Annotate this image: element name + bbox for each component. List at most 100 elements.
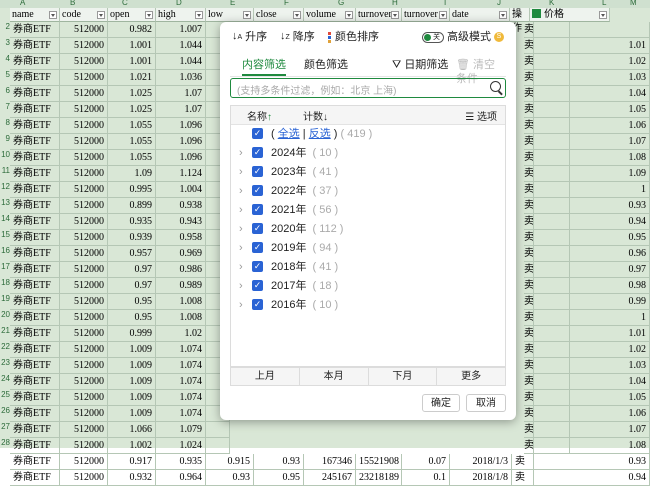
- cell-code[interactable]: 512000: [60, 150, 108, 166]
- cell-code[interactable]: 512000: [60, 38, 108, 54]
- cell-op[interactable]: 卖: [524, 86, 534, 102]
- cell-name[interactable]: 券商ETF: [10, 70, 60, 86]
- cell-price[interactable]: 1.06: [570, 118, 650, 134]
- cell-blank[interactable]: [534, 118, 570, 134]
- cell-high[interactable]: 1.008: [156, 294, 206, 310]
- cell-high[interactable]: 0.969: [156, 246, 206, 262]
- column-header[interactable]: 价格: [530, 8, 610, 22]
- cell-blank[interactable]: [534, 326, 570, 342]
- chevron-right-icon[interactable]: ›: [239, 182, 243, 200]
- cell-high[interactable]: 1.096: [156, 134, 206, 150]
- cell-op[interactable]: 卖: [524, 22, 534, 38]
- cell-name[interactable]: 券商ETF: [10, 278, 60, 294]
- list-item[interactable]: › ✓ 2023年 ( 41 ): [231, 163, 505, 181]
- cell-turnover[interactable]: 15521908: [356, 454, 402, 470]
- cell-code[interactable]: 512000: [60, 390, 108, 406]
- cell-open[interactable]: 0.97: [108, 262, 156, 278]
- cell-date[interactable]: 2018/1/3: [450, 454, 512, 470]
- cell-code[interactable]: 512000: [60, 22, 108, 38]
- cell-op[interactable]: 卖: [524, 310, 534, 326]
- cell-blank[interactable]: [534, 310, 570, 326]
- cell-op[interactable]: 卖: [524, 262, 534, 278]
- cell-turnover2[interactable]: 0.1: [402, 470, 450, 486]
- list-item[interactable]: › ✓ 2016年 ( 10 ): [231, 296, 505, 314]
- cell-op[interactable]: 卖: [524, 422, 534, 438]
- cell-code[interactable]: 512000: [60, 70, 108, 86]
- cell-open[interactable]: 1.002: [108, 438, 156, 454]
- cell-blank[interactable]: [534, 150, 570, 166]
- select-all-row[interactable]: ✓ ( 全选 | 反选 ) ( 419 ): [231, 125, 505, 143]
- cell-price[interactable]: 1: [570, 310, 650, 326]
- cell-date[interactable]: 2018/1/8: [450, 470, 512, 486]
- quick-date-button[interactable]: 上月: [231, 368, 300, 385]
- chevron-right-icon[interactable]: ›: [239, 201, 243, 219]
- cell-name[interactable]: 券商ETF: [10, 470, 60, 486]
- cell-name[interactable]: 券商ETF: [10, 86, 60, 102]
- cell-code[interactable]: 512000: [60, 54, 108, 70]
- select-all-link[interactable]: 全选: [278, 128, 300, 140]
- cell-op[interactable]: 卖: [524, 358, 534, 374]
- column-header[interactable]: name: [10, 8, 60, 22]
- cell-name[interactable]: 券商ETF: [10, 230, 60, 246]
- cell-turnover[interactable]: 23218189: [356, 470, 402, 486]
- chevron-right-icon[interactable]: ›: [239, 239, 243, 257]
- list-item[interactable]: › ✓ 2024年 ( 10 ): [231, 144, 505, 162]
- cell-name[interactable]: 券商ETF: [10, 310, 60, 326]
- cell-name[interactable]: 券商ETF: [10, 166, 60, 182]
- list-item[interactable]: › ✓ 2018年 ( 41 ): [231, 258, 505, 276]
- cell-high[interactable]: 1.096: [156, 118, 206, 134]
- cell-price[interactable]: 1.01: [570, 38, 650, 54]
- cell-high[interactable]: 1.044: [156, 54, 206, 70]
- cell-price[interactable]: 1: [570, 182, 650, 198]
- cell-blank[interactable]: [206, 422, 230, 438]
- select-all-checkbox[interactable]: ✓: [252, 128, 263, 139]
- cell-blank[interactable]: [534, 86, 570, 102]
- cell-price[interactable]: 1.08: [570, 438, 650, 454]
- cell-price[interactable]: 0.93: [570, 198, 650, 214]
- list-item[interactable]: › ✓ 2022年 ( 37 ): [231, 182, 505, 200]
- cell-price[interactable]: 1.03: [570, 70, 650, 86]
- cell-code[interactable]: 512000: [60, 198, 108, 214]
- cell-high[interactable]: 1.124: [156, 166, 206, 182]
- list-item[interactable]: › ✓ 2020年 ( 112 ): [231, 220, 505, 238]
- cell-open[interactable]: 0.932: [108, 470, 156, 486]
- cell-blank[interactable]: [534, 390, 570, 406]
- cell-price[interactable]: [570, 22, 650, 38]
- cell-blank[interactable]: [534, 406, 570, 422]
- cell-open[interactable]: 1.055: [108, 134, 156, 150]
- cell-name[interactable]: 券商ETF: [10, 38, 60, 54]
- cell-price[interactable]: 1.09: [570, 166, 650, 182]
- cell-code[interactable]: 512000: [60, 166, 108, 182]
- cancel-button[interactable]: 取消: [466, 394, 506, 412]
- cell-blank[interactable]: [206, 438, 230, 454]
- cell-code[interactable]: 512000: [60, 246, 108, 262]
- cell-high[interactable]: 0.935: [156, 454, 206, 470]
- dropdown-arrow-icon[interactable]: [97, 11, 105, 19]
- cell-price[interactable]: 1.02: [570, 54, 650, 70]
- tab-color-filter[interactable]: 颜色筛选: [304, 58, 348, 72]
- cell-high[interactable]: 0.938: [156, 198, 206, 214]
- cell-price[interactable]: 0.94: [534, 470, 650, 486]
- cell-blank[interactable]: [534, 246, 570, 262]
- cell-name[interactable]: 券商ETF: [10, 246, 60, 262]
- column-header[interactable]: open: [108, 8, 156, 22]
- cell-blank[interactable]: [534, 422, 570, 438]
- cell-blank[interactable]: [534, 22, 570, 38]
- cell-code[interactable]: 512000: [60, 454, 108, 470]
- cell-name[interactable]: 券商ETF: [10, 294, 60, 310]
- cell-code[interactable]: 512000: [60, 214, 108, 230]
- cell-high[interactable]: 1.044: [156, 38, 206, 54]
- cell-name[interactable]: 券商ETF: [10, 54, 60, 70]
- cell-open[interactable]: 1.009: [108, 406, 156, 422]
- column-header[interactable]: close: [254, 8, 304, 22]
- cell-code[interactable]: 512000: [60, 86, 108, 102]
- cell-op[interactable]: 卖: [524, 374, 534, 390]
- cell-high[interactable]: 1.036: [156, 70, 206, 86]
- cell-open[interactable]: 1.021: [108, 70, 156, 86]
- column-header[interactable]: code: [60, 8, 108, 22]
- cell-code[interactable]: 512000: [60, 358, 108, 374]
- cell-high[interactable]: 0.989: [156, 278, 206, 294]
- cell-blank[interactable]: [534, 262, 570, 278]
- cell-op[interactable]: 卖: [524, 390, 534, 406]
- cell-op[interactable]: 卖: [524, 198, 534, 214]
